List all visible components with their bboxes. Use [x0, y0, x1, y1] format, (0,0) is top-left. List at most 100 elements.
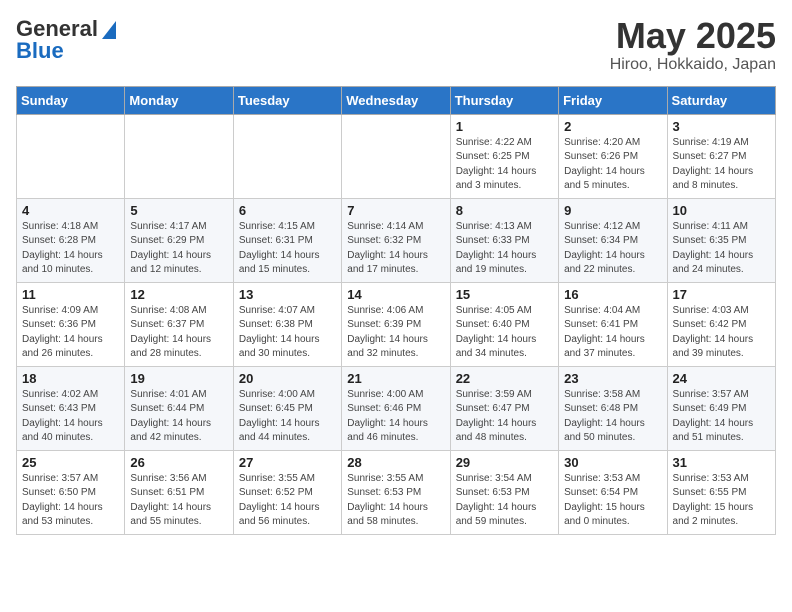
week-row-1: 1 Sunrise: 4:22 AM Sunset: 6:25 PM Daylig…	[17, 114, 776, 198]
day-cell-20: 20 Sunrise: 4:00 AM Sunset: 6:45 PM Dayli…	[233, 366, 341, 450]
day-number: 17	[673, 287, 770, 302]
day-number: 14	[347, 287, 444, 302]
day-info: Sunrise: 4:06 AM Sunset: 6:39 PM Dayligh…	[347, 304, 444, 362]
day-cell-3: 3 Sunrise: 4:19 AM Sunset: 6:27 PM Daylig…	[667, 114, 775, 198]
day-number: 29	[456, 455, 553, 470]
day-cell-13: 13 Sunrise: 4:07 AM Sunset: 6:38 PM Dayli…	[233, 282, 341, 366]
logo-triangle-icon	[100, 19, 116, 39]
day-cell-19: 19Sunrise: 4:01 AM Sunset: 6:44 PM Dayli…	[125, 366, 233, 450]
day-info: Sunrise: 4:02 AM Sunset: 6:43 PM Dayligh…	[22, 388, 119, 446]
weekday-header-friday: Friday	[559, 86, 667, 114]
day-info: Sunrise: 3:55 AM Sunset: 6:52 PM Dayligh…	[239, 472, 336, 530]
week-row-2: 4Sunrise: 4:18 AM Sunset: 6:28 PM Daylig…	[17, 198, 776, 282]
day-number: 28	[347, 455, 444, 470]
day-number: 8	[456, 203, 553, 218]
day-cell-17: 17 Sunrise: 4:03 AM Sunset: 6:42 PM Dayli…	[667, 282, 775, 366]
day-cell-10: 10 Sunrise: 4:11 AM Sunset: 6:35 PM Dayli…	[667, 198, 775, 282]
day-cell-30: 30Sunrise: 3:53 AM Sunset: 6:54 PM Dayli…	[559, 450, 667, 534]
day-cell-15: 15Sunrise: 4:05 AM Sunset: 6:40 PM Dayli…	[450, 282, 558, 366]
week-row-5: 25Sunrise: 3:57 AM Sunset: 6:50 PM Dayli…	[17, 450, 776, 534]
day-number: 1	[456, 119, 553, 134]
day-number: 16	[564, 287, 661, 302]
day-cell-21: 21 Sunrise: 4:00 AM Sunset: 6:46 PM Dayli…	[342, 366, 450, 450]
day-number: 4	[22, 203, 119, 218]
day-info: Sunrise: 4:09 AM Sunset: 6:36 PM Dayligh…	[22, 304, 119, 362]
day-cell-4: 4Sunrise: 4:18 AM Sunset: 6:28 PM Daylig…	[17, 198, 125, 282]
day-info: Sunrise: 4:03 AM Sunset: 6:42 PM Dayligh…	[673, 304, 770, 362]
day-number: 9	[564, 203, 661, 218]
weekday-header-sunday: Sunday	[17, 86, 125, 114]
empty-cell	[17, 114, 125, 198]
calendar-table: SundayMondayTuesdayWednesdayThursdayFrid…	[16, 86, 776, 535]
day-number: 18	[22, 371, 119, 386]
day-number: 24	[673, 371, 770, 386]
day-info: Sunrise: 3:53 AM Sunset: 6:54 PM Dayligh…	[564, 472, 661, 530]
day-number: 22	[456, 371, 553, 386]
page-header: General Blue May 2025 Hiroo, Hokkaido, J…	[16, 16, 776, 74]
weekday-header-row: SundayMondayTuesdayWednesdayThursdayFrid…	[17, 86, 776, 114]
day-number: 27	[239, 455, 336, 470]
day-info: Sunrise: 3:57 AM Sunset: 6:49 PM Dayligh…	[673, 388, 770, 446]
day-cell-29: 29Sunrise: 3:54 AM Sunset: 6:53 PM Dayli…	[450, 450, 558, 534]
day-cell-1: 1 Sunrise: 4:22 AM Sunset: 6:25 PM Daylig…	[450, 114, 558, 198]
day-info: Sunrise: 3:55 AM Sunset: 6:53 PM Dayligh…	[347, 472, 444, 530]
day-info: Sunrise: 4:20 AM Sunset: 6:26 PM Dayligh…	[564, 136, 661, 194]
day-cell-6: 6 Sunrise: 4:15 AM Sunset: 6:31 PM Daylig…	[233, 198, 341, 282]
day-info: Sunrise: 3:53 AM Sunset: 6:55 PM Dayligh…	[673, 472, 770, 530]
weekday-header-wednesday: Wednesday	[342, 86, 450, 114]
day-cell-8: 8 Sunrise: 4:13 AM Sunset: 6:33 PM Daylig…	[450, 198, 558, 282]
week-row-3: 11 Sunrise: 4:09 AM Sunset: 6:36 PM Dayli…	[17, 282, 776, 366]
day-cell-18: 18 Sunrise: 4:02 AM Sunset: 6:43 PM Dayli…	[17, 366, 125, 450]
day-cell-5: 5Sunrise: 4:17 AM Sunset: 6:29 PM Daylig…	[125, 198, 233, 282]
day-cell-28: 28 Sunrise: 3:55 AM Sunset: 6:53 PM Dayli…	[342, 450, 450, 534]
empty-cell	[342, 114, 450, 198]
day-info: Sunrise: 4:05 AM Sunset: 6:40 PM Dayligh…	[456, 304, 553, 362]
day-cell-27: 27 Sunrise: 3:55 AM Sunset: 6:52 PM Dayli…	[233, 450, 341, 534]
day-info: Sunrise: 4:07 AM Sunset: 6:38 PM Dayligh…	[239, 304, 336, 362]
day-cell-24: 24 Sunrise: 3:57 AM Sunset: 6:49 PM Dayli…	[667, 366, 775, 450]
day-number: 11	[22, 287, 119, 302]
day-info: Sunrise: 3:58 AM Sunset: 6:48 PM Dayligh…	[564, 388, 661, 446]
day-number: 25	[22, 455, 119, 470]
day-info: Sunrise: 4:15 AM Sunset: 6:31 PM Dayligh…	[239, 220, 336, 278]
day-info: Sunrise: 4:11 AM Sunset: 6:35 PM Dayligh…	[673, 220, 770, 278]
empty-cell	[125, 114, 233, 198]
day-info: Sunrise: 4:22 AM Sunset: 6:25 PM Dayligh…	[456, 136, 553, 194]
day-number: 31	[673, 455, 770, 470]
day-info: Sunrise: 4:12 AM Sunset: 6:34 PM Dayligh…	[564, 220, 661, 278]
day-info: Sunrise: 4:08 AM Sunset: 6:37 PM Dayligh…	[130, 304, 227, 362]
day-info: Sunrise: 4:14 AM Sunset: 6:32 PM Dayligh…	[347, 220, 444, 278]
weekday-header-saturday: Saturday	[667, 86, 775, 114]
day-number: 3	[673, 119, 770, 134]
logo-blue-text: Blue	[16, 38, 64, 64]
day-info: Sunrise: 4:01 AM Sunset: 6:44 PM Dayligh…	[130, 388, 227, 446]
day-cell-11: 11 Sunrise: 4:09 AM Sunset: 6:36 PM Dayli…	[17, 282, 125, 366]
week-row-4: 18 Sunrise: 4:02 AM Sunset: 6:43 PM Dayli…	[17, 366, 776, 450]
day-cell-23: 23Sunrise: 3:58 AM Sunset: 6:48 PM Dayli…	[559, 366, 667, 450]
day-number: 2	[564, 119, 661, 134]
day-number: 21	[347, 371, 444, 386]
day-number: 20	[239, 371, 336, 386]
day-cell-9: 9 Sunrise: 4:12 AM Sunset: 6:34 PM Daylig…	[559, 198, 667, 282]
weekday-header-tuesday: Tuesday	[233, 86, 341, 114]
day-number: 10	[673, 203, 770, 218]
day-info: Sunrise: 4:04 AM Sunset: 6:41 PM Dayligh…	[564, 304, 661, 362]
day-info: Sunrise: 4:19 AM Sunset: 6:27 PM Dayligh…	[673, 136, 770, 194]
day-cell-25: 25Sunrise: 3:57 AM Sunset: 6:50 PM Dayli…	[17, 450, 125, 534]
empty-cell	[233, 114, 341, 198]
month-title: May 2025	[610, 16, 776, 56]
day-cell-22: 22 Sunrise: 3:59 AM Sunset: 6:47 PM Dayli…	[450, 366, 558, 450]
day-cell-7: 7Sunrise: 4:14 AM Sunset: 6:32 PM Daylig…	[342, 198, 450, 282]
day-info: Sunrise: 4:13 AM Sunset: 6:33 PM Dayligh…	[456, 220, 553, 278]
day-info: Sunrise: 4:00 AM Sunset: 6:46 PM Dayligh…	[347, 388, 444, 446]
day-number: 13	[239, 287, 336, 302]
day-info: Sunrise: 4:00 AM Sunset: 6:45 PM Dayligh…	[239, 388, 336, 446]
day-info: Sunrise: 3:59 AM Sunset: 6:47 PM Dayligh…	[456, 388, 553, 446]
location-title: Hiroo, Hokkaido, Japan	[610, 56, 776, 74]
title-area: May 2025 Hiroo, Hokkaido, Japan	[610, 16, 776, 74]
day-cell-12: 12Sunrise: 4:08 AM Sunset: 6:37 PM Dayli…	[125, 282, 233, 366]
logo: General Blue	[16, 16, 116, 64]
day-number: 6	[239, 203, 336, 218]
day-cell-14: 14 Sunrise: 4:06 AM Sunset: 6:39 PM Dayli…	[342, 282, 450, 366]
day-info: Sunrise: 3:56 AM Sunset: 6:51 PM Dayligh…	[130, 472, 227, 530]
